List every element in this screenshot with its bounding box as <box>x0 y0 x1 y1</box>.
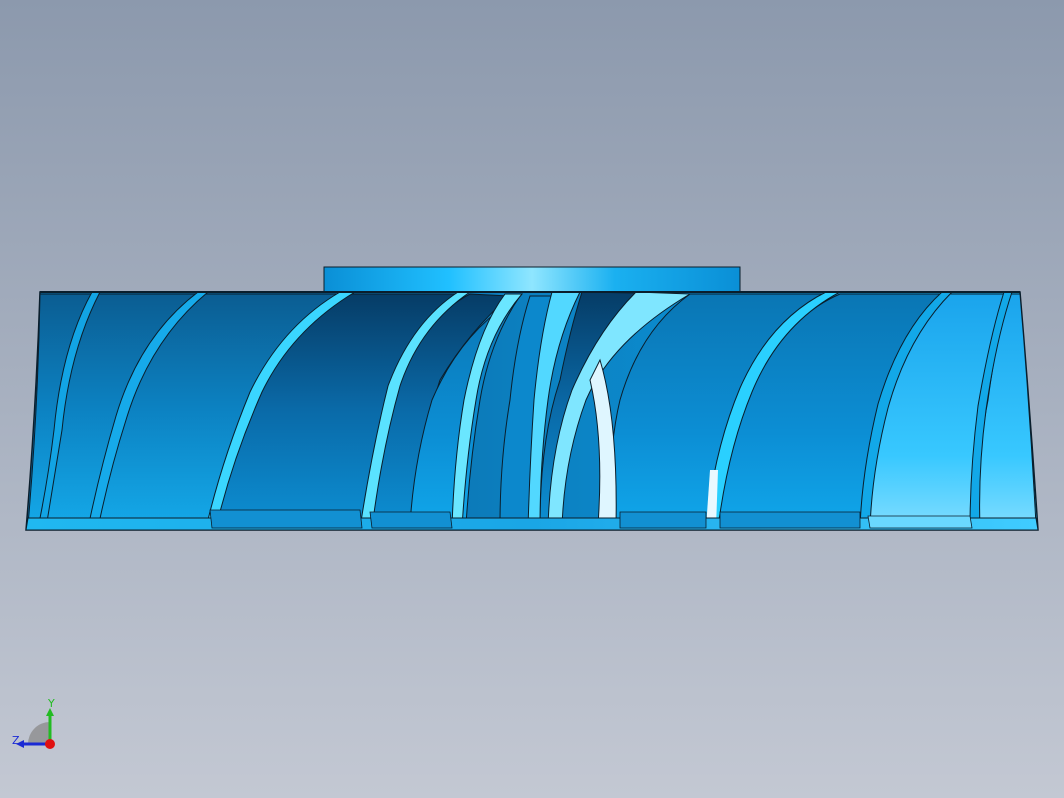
view-orientation-triad[interactable]: Y Z <box>8 698 72 758</box>
hub-cylinder[interactable] <box>323 266 741 294</box>
impeller-model[interactable] <box>0 0 1064 798</box>
graphics-viewport[interactable]: Y Z <box>0 0 1064 798</box>
triad-z-label: Z <box>12 734 20 747</box>
triad-y-label: Y <box>48 697 55 710</box>
triad-graphic <box>16 708 55 749</box>
